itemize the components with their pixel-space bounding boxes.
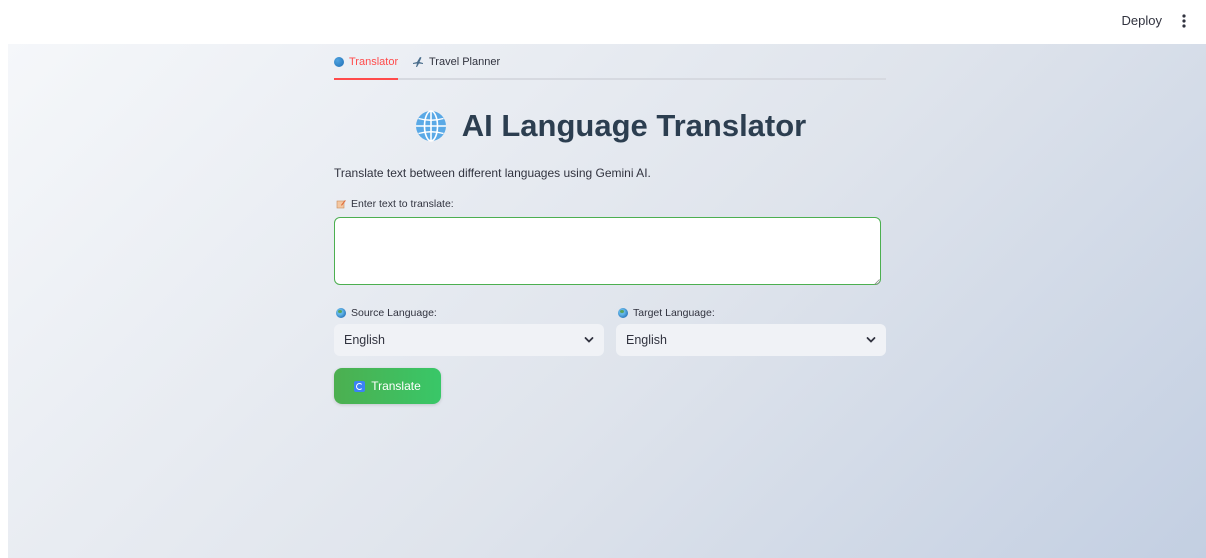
chevron-down-icon — [866, 337, 876, 343]
page-title-text: AI Language Translator — [461, 108, 807, 143]
refresh-icon — [354, 380, 366, 392]
tab-travel-planner[interactable]: Travel Planner — [412, 56, 500, 68]
deploy-button[interactable]: Deploy — [1122, 13, 1162, 28]
kebab-menu-icon[interactable] — [1178, 10, 1190, 32]
memo-icon — [336, 200, 346, 209]
top-toolbar: Deploy — [0, 0, 1206, 44]
target-language-value: English — [626, 333, 667, 347]
tab-translator[interactable]: Translator — [334, 56, 398, 68]
tab-travel-planner-label: Travel Planner — [429, 56, 501, 68]
tab-translator-label: Translator — [349, 56, 399, 68]
text-input-label: Enter text to translate: — [336, 198, 454, 210]
chevron-down-icon — [584, 337, 594, 343]
earth-icon — [336, 308, 346, 318]
page-title: AI Language Translator — [334, 108, 886, 144]
source-language-select[interactable]: English — [334, 324, 604, 356]
main-container: Translator Travel Planner AI Language Tr… — [334, 44, 886, 404]
tab-bar: Translator Travel Planner — [334, 44, 886, 80]
translate-button[interactable]: Translate — [334, 368, 441, 404]
text-input-label-text: Enter text to translate: — [351, 198, 454, 210]
resize-grip-icon[interactable] — [874, 279, 880, 285]
globe-icon — [415, 110, 446, 142]
target-language-label: Target Language: — [618, 307, 715, 319]
globe-icon — [334, 57, 344, 67]
source-language-label-text: Source Language: — [351, 307, 437, 319]
target-language-select[interactable]: English — [616, 324, 886, 356]
active-tab-indicator — [334, 78, 398, 80]
page-subtitle: Translate text between different languag… — [334, 166, 651, 180]
translate-text-input[interactable] — [334, 217, 881, 285]
source-language-value: English — [344, 333, 385, 347]
app-main: Translator Travel Planner AI Language Tr… — [8, 44, 1206, 558]
source-language-label: Source Language: — [336, 307, 437, 319]
target-language-label-text: Target Language: — [633, 307, 715, 319]
translate-button-label: Translate — [371, 379, 421, 393]
earth-icon — [618, 308, 628, 318]
airplane-icon — [413, 57, 423, 67]
